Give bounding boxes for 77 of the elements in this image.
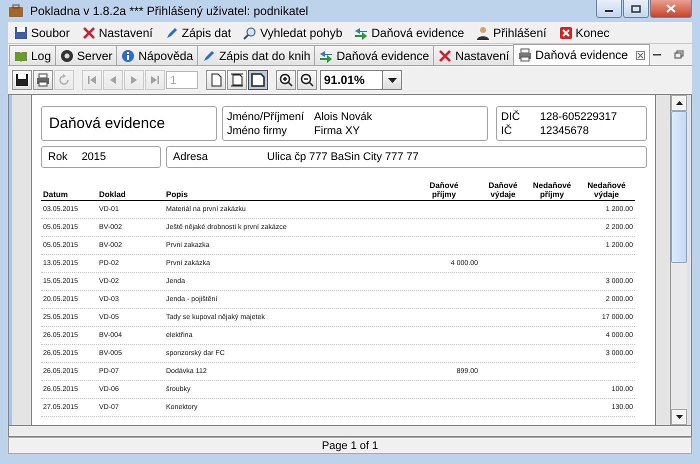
column-header: Datum (42, 190, 69, 200)
field-label: Jméno firmy (227, 124, 288, 136)
tab[interactable]: Daňová evidence (513, 44, 650, 65)
zoom-dropdown[interactable]: 91.01% (320, 70, 402, 90)
zoom-out-button[interactable] (297, 70, 317, 90)
pencil-icon (164, 26, 179, 40)
last-page-icon (149, 74, 161, 86)
report-title: Daňová evidence (49, 115, 165, 132)
scroll-down-icon[interactable] (676, 415, 682, 419)
vertical-scrollbar[interactable] (670, 95, 687, 425)
page-status: Page 1 of 1 (322, 440, 378, 452)
zoom-in-button[interactable] (276, 70, 296, 90)
info-icon (121, 48, 136, 62)
close-icon (558, 26, 572, 40)
horizontal-scrollbar[interactable] (8, 425, 692, 437)
field-label: Jméno/Příjmení (227, 110, 304, 122)
column-header: Doklad (98, 190, 127, 200)
tab[interactable]: Nápověda (116, 45, 198, 65)
refresh-icon (57, 73, 71, 87)
pencil-icon (202, 48, 216, 62)
menu-item[interactable]: Daňová evidence (350, 26, 468, 40)
close-icon (666, 4, 676, 13)
tab[interactable]: Log (9, 45, 56, 65)
column-header: Nedaňové příjmy (532, 181, 572, 200)
maximize-button[interactable] (623, 0, 649, 18)
column-header: Popis (165, 190, 189, 200)
printer-button[interactable] (33, 70, 53, 90)
page-width-icon (230, 73, 244, 87)
menu-item[interactable]: Soubor (10, 26, 74, 40)
column-header: Nedaňové výdaje (586, 181, 627, 200)
zoom-in-icon (279, 73, 293, 87)
full-page-button[interactable] (248, 70, 268, 90)
close-tab-icon[interactable] (636, 50, 645, 60)
full-page-icon (251, 73, 265, 87)
field-label: DIČ (501, 110, 520, 122)
floppy-icon (15, 73, 29, 87)
field-value: 128-605229317 (540, 110, 618, 122)
column-header: Daňové výdaje (488, 181, 518, 200)
field-value: Firma XY (314, 124, 361, 136)
field-label: Rok (48, 151, 68, 163)
arrows-icon (354, 26, 368, 40)
maximize-icon (631, 4, 641, 12)
menu-item[interactable]: Vyhledat pohyb (239, 26, 346, 40)
dropdown-arrow-icon (388, 78, 396, 82)
menu-item[interactable]: Konec (554, 26, 614, 40)
minimize-button[interactable] (596, 0, 622, 18)
menu-item[interactable]: Přihlášení (472, 26, 550, 40)
tab[interactable]: Daňová evidence (314, 45, 434, 65)
printer-icon (518, 48, 532, 62)
floppy-button[interactable] (12, 70, 32, 90)
window-title: Pokladna v 1.8.2a *** Přihlášený uživatel: podnikatel (30, 4, 308, 18)
magnifier-icon (243, 26, 258, 40)
floppy-icon (14, 26, 28, 40)
tab[interactable]: Zápis dat do knih (197, 45, 316, 65)
briefcase-icon (8, 4, 24, 18)
restore-icon[interactable] (674, 50, 684, 59)
field-label: IČ (501, 124, 513, 136)
field-value: Ulica čp 777 BaSin City 777 77 (267, 151, 419, 163)
tab[interactable]: Nastavení (433, 45, 514, 65)
field-value: Alois Novák (314, 110, 374, 122)
field-label: Adresa (173, 151, 209, 163)
menu-item[interactable]: Zápis dat (160, 26, 236, 40)
menu-item[interactable]: Nastavení (78, 26, 157, 40)
page-button[interactable] (206, 70, 226, 90)
field-value: 2015 (82, 151, 106, 163)
person-icon (476, 26, 490, 40)
arrows-icon (319, 48, 334, 62)
zoom-out-icon (300, 73, 314, 87)
printer-icon (36, 73, 50, 87)
field-value: 12345678 (540, 124, 590, 136)
column-header: Daňové příjmy (428, 181, 460, 200)
close-button[interactable] (650, 0, 692, 18)
tab[interactable]: Server (55, 45, 118, 65)
first-page-icon (86, 74, 98, 86)
page-width-button[interactable] (227, 70, 247, 90)
scroll-up-icon[interactable] (676, 101, 682, 105)
page-icon (209, 73, 223, 87)
